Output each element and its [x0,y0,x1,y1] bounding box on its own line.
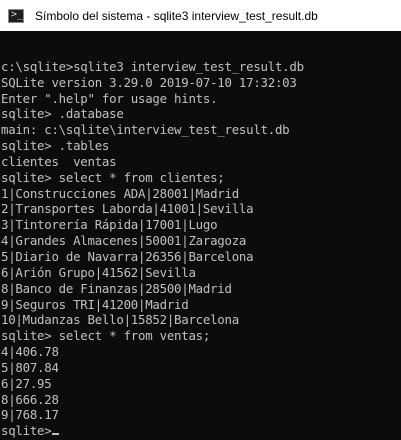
clientes-row: 8|Banco de Finanzas|28500|Madrid [1,280,232,296]
terminal-line-select-clientes: sqlite> select * from clientes; [1,169,225,185]
clientes-row: 2|Transportes Laborda|41001|Sevilla [1,201,254,217]
ventas-row: 5|807.84 [1,359,59,375]
clientes-row: 9|Seguros TRI|41200|Madrid [1,296,189,312]
prompt-glyph: >_ [11,8,24,20]
terminal-line-select-ventas: sqlite> select * from ventas; [1,328,211,344]
window-title: Símbolo del sistema - sqlite3 interview_… [35,8,318,23]
terminal-line-current-prompt[interactable]: sqlite> [1,423,401,439]
title-bar[interactable]: >_ Símbolo del sistema - sqlite3 intervi… [0,0,401,31]
terminal-line-version: SQLite version 3.29.0 2019-07-10 17:32:0… [1,74,297,90]
terminal-line-database-command: sqlite> .database [1,106,124,122]
ventas-row: 6|27.95 [1,375,52,391]
clientes-row: 1|Construcciones ADA|28001|Madrid [1,185,239,201]
terminal-line-help-hint: Enter ".help" for usage hints. [1,90,218,106]
text-cursor [52,433,60,436]
terminal-line-tables-result: clientes ventas [1,153,117,169]
clientes-row: 10|Mudanzas Bello|15852|Barcelona [1,312,239,328]
terminal-line-database-result: main: c:\sqlite\interview_test_result.db [1,122,290,138]
terminal-line-tables-command: sqlite> .tables [1,138,110,154]
ventas-row: 8|666.28 [1,391,59,407]
clientes-row: 6|Arión Grupo|41562|Sevilla [1,264,196,280]
terminal-output[interactable]: c:\sqlite>sqlite3 interview_test_result.… [0,31,401,440]
clientes-row: 4|Grandes Almacenes|50001|Zaragoza [1,233,247,249]
ventas-row: 4|406.78 [1,344,59,360]
console-window: >_ Símbolo del sistema - sqlite3 intervi… [0,0,401,440]
current-prompt: sqlite> [1,423,52,439]
command-prompt-icon: >_ [8,8,24,23]
clientes-row: 5|Diario de Navarra|26356|Barcelona [1,248,254,264]
ventas-row: 9|768.17 [1,407,59,423]
terminal-line-open-command: c:\sqlite>sqlite3 interview_test_result.… [1,58,304,74]
clientes-row: 3|Tintorería Rápida|17001|Lugo [1,217,218,233]
